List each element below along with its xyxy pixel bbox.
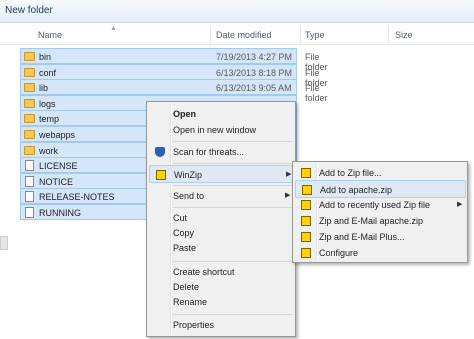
file-type: File folder: [305, 83, 328, 103]
file-name: LICENSE: [39, 161, 78, 171]
sort-up-icon: ▲: [110, 25, 117, 32]
file-date: 7/19/2013 4:27 PM: [216, 52, 293, 62]
menu-separator: [173, 141, 293, 142]
context-menu: Open Open in new window Scan for threats…: [146, 101, 296, 337]
winzip-icon: [302, 185, 312, 195]
folder-row[interactable]: bin 7/19/2013 4:27 PM File folder: [20, 48, 328, 72]
folder-icon: [24, 52, 35, 61]
document-icon: [25, 160, 34, 171]
file-name: RELEASE-NOTES: [39, 192, 115, 202]
column-size[interactable]: Size: [395, 30, 413, 40]
file-name: NOTICE: [39, 177, 74, 187]
menu-separator: [173, 185, 293, 186]
column-divider[interactable]: [300, 27, 301, 44]
column-header: ▲ Name Date modified Type Size: [0, 25, 474, 45]
winzip-icon: [301, 248, 311, 258]
column-type[interactable]: Type: [305, 30, 325, 40]
menu-item-rename[interactable]: Rename: [149, 293, 294, 311]
winzip-icon: [156, 170, 166, 180]
winzip-icon: [301, 200, 311, 210]
menu-item-scan[interactable]: Scan for threats...: [149, 143, 294, 161]
menu-item-configure[interactable]: Configure: [295, 244, 466, 262]
column-name[interactable]: Name: [38, 30, 62, 40]
menu-separator: [173, 207, 293, 208]
folder-icon: [24, 83, 35, 92]
winzip-icon: [301, 168, 311, 178]
winzip-icon: [301, 216, 311, 226]
menu-item-properties[interactable]: Properties: [149, 316, 294, 334]
winzip-submenu: Add to Zip file... Add to apache.zip Add…: [292, 161, 468, 263]
menu-item-open-new-window[interactable]: Open in new window: [149, 121, 294, 139]
file-name: logs: [39, 99, 56, 109]
folder-icon: [24, 114, 35, 123]
column-divider[interactable]: [210, 27, 211, 44]
file-name: conf: [39, 68, 57, 78]
menu-item-send-to[interactable]: Send to ▶: [149, 187, 294, 205]
menu-separator: [173, 314, 293, 315]
winzip-icon: [301, 232, 311, 242]
chevron-right-icon: ▶: [286, 171, 292, 178]
file-date: 6/13/2013 8:18 PM: [216, 68, 293, 78]
file-name: bin: [39, 52, 52, 62]
chevron-right-icon: ▶: [457, 201, 463, 208]
folder-icon: [24, 68, 35, 77]
menu-item-winzip[interactable]: WinZip ▶: [149, 165, 294, 183]
file-name: RUNNING: [39, 208, 81, 218]
file-name: work: [39, 146, 59, 156]
folder-icon: [24, 99, 35, 108]
document-icon: [25, 176, 34, 187]
column-divider[interactable]: [388, 27, 389, 44]
column-date[interactable]: Date modified: [216, 30, 272, 40]
folder-row[interactable]: lib 6/13/2013 9:05 AM File folder: [20, 79, 328, 103]
window-titlebar: New folder: [0, 0, 474, 23]
file-name: webapps: [39, 130, 76, 140]
menu-item-paste[interactable]: Paste: [149, 239, 294, 257]
folder-icon: [24, 130, 35, 139]
file-name: lib: [39, 83, 49, 93]
menu-separator: [173, 163, 293, 164]
chevron-right-icon: ▶: [285, 192, 291, 199]
file-date: 6/13/2013 9:05 AM: [216, 83, 292, 93]
file-name: temp: [39, 114, 60, 124]
folder-row[interactable]: conf 6/13/2013 8:18 PM File folder: [20, 64, 328, 88]
document-icon: [25, 207, 34, 218]
horizontal-scrollbar[interactable]: [0, 236, 8, 250]
document-icon: [25, 191, 34, 202]
folder-icon: [24, 146, 35, 155]
shield-icon: [155, 147, 165, 157]
menu-separator: [173, 261, 293, 262]
window-title: New folder: [5, 5, 53, 16]
